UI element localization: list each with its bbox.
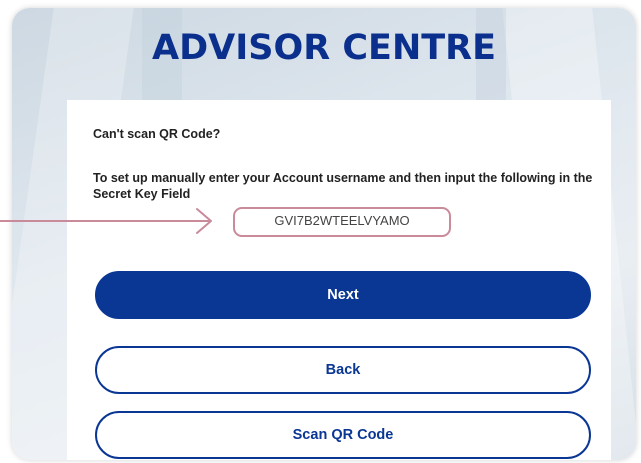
page-title: ADVISOR CENTRE <box>152 28 496 68</box>
screen: ADVISOR CENTRE Can't scan QR Code? To se… <box>0 0 641 463</box>
setup-instructions: To set up manually enter your Account us… <box>93 171 593 201</box>
next-button[interactable]: Next <box>95 271 591 319</box>
app-frame: ADVISOR CENTRE Can't scan QR Code? To se… <box>12 8 636 460</box>
cant-scan-heading: Can't scan QR Code? <box>93 127 221 141</box>
secret-key-value: GVI7B2WTEELVYAMO <box>233 207 451 237</box>
back-button[interactable]: Back <box>95 346 591 394</box>
scan-qr-code-button[interactable]: Scan QR Code <box>95 411 591 459</box>
setup-card: Can't scan QR Code? To set up manually e… <box>67 100 611 460</box>
